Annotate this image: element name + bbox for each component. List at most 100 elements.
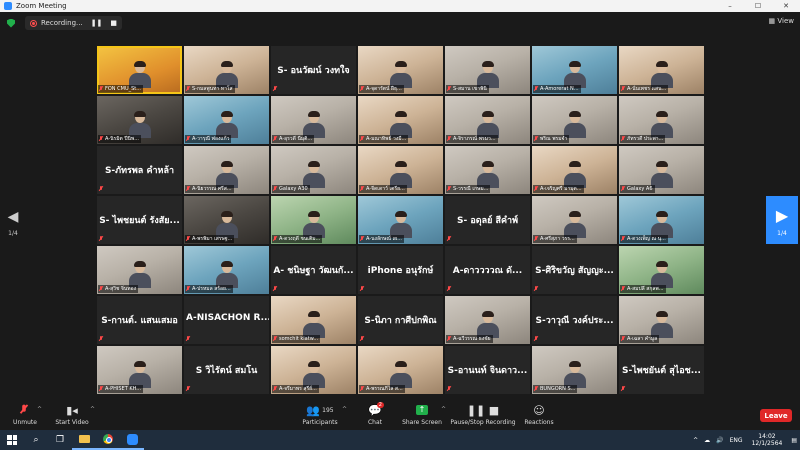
participant-tile[interactable]: A-ปรหมล สร้อย... — [184, 246, 269, 294]
participant-tile[interactable]: A-ดวงเพ็ญ ณ นุ... — [619, 196, 704, 244]
participants-button[interactable]: 👥 195 Participants — [300, 403, 340, 427]
participant-tile[interactable]: S-ไพชยันต์ สุไอช... — [619, 346, 704, 394]
participant-tile[interactable]: S- ไพชยนต์ รังสัย... — [97, 196, 182, 244]
participant-tile[interactable]: iPhone อนุรักษ์ — [358, 246, 443, 294]
participant-tile[interactable]: A-สมปลี สกุลพ... — [619, 246, 704, 294]
tray-overflow-icon[interactable]: ^ — [693, 437, 698, 444]
participant-tile[interactable]: BUNGORN S... — [532, 346, 617, 394]
previous-page-control[interactable]: ◀ 1/4 — [6, 210, 20, 237]
participant-name: A-Amorerat N... — [540, 86, 579, 92]
participant-tile[interactable]: S-นิภา กาศีปกพิณ — [358, 296, 443, 344]
participant-tile[interactable]: somchit kiatw... — [271, 296, 356, 344]
participant-tile[interactable]: A-มณาทิพย์ วงมี... — [358, 96, 443, 144]
muted-mic-icon — [534, 86, 538, 92]
muted-mic-icon — [99, 86, 103, 92]
participant-tile[interactable]: A-นงลักษณ์ เผ... — [358, 196, 443, 244]
participant-tile[interactable]: S-กานต์. แสนเสมอ — [97, 296, 182, 344]
participant-name: S- ไพชยนต์ รังสัย... — [99, 216, 180, 226]
taskbar-clock[interactable]: 14:02 12/1/2564 — [752, 433, 783, 447]
participant-tile[interactable]: A-ศรีสุภา วรร... — [532, 196, 617, 244]
participant-tile[interactable]: A-ฉวีวรรณ ธงชัย — [445, 296, 530, 344]
participant-tile[interactable]: A-NISACHON R... — [184, 296, 269, 344]
participant-tile[interactable]: A- ชนิษฐา วัฒนกั... — [271, 246, 356, 294]
participant-tile[interactable]: A-นิยวรรณ ศรีส... — [184, 146, 269, 194]
chrome-button[interactable] — [96, 430, 120, 450]
participant-tile[interactable]: A-จรีมาพร สุรีย์... — [271, 346, 356, 394]
participants-caret-icon[interactable]: ^ — [342, 406, 347, 413]
network-icon[interactable]: ☁ — [704, 437, 710, 444]
security-shield-icon[interactable] — [7, 18, 15, 28]
participant-tile[interactable]: A-พรรณภิไล ส... — [358, 346, 443, 394]
reactions-label: Reactions — [524, 419, 554, 426]
pause-recording-button[interactable]: ❚❚ — [91, 19, 103, 27]
leave-button[interactable]: Leave — [760, 409, 792, 422]
participant-tile[interactable]: FON CMU_St... — [97, 46, 182, 94]
participant-tile[interactable]: A-ดาววววณ ดั... — [445, 246, 530, 294]
participant-tile[interactable]: S-ภัทรพล คำหล้า — [97, 146, 182, 194]
video-options-caret-icon[interactable]: ^ — [90, 406, 95, 413]
participant-tile[interactable]: A-PHISET KH... — [97, 346, 182, 394]
notifications-icon[interactable]: ▤ — [791, 437, 797, 444]
participant-tile[interactable]: A-เฉลา คำมูล — [619, 296, 704, 344]
participant-tile[interactable]: A-เจริญศรี มามุด... — [532, 146, 617, 194]
close-button[interactable]: ✕ — [772, 0, 800, 12]
muted-mic-icon — [186, 186, 190, 192]
maximize-button[interactable]: ☐ — [744, 0, 772, 12]
muted-mic-icon — [186, 136, 190, 142]
chat-button[interactable]: 💬 2 Chat — [360, 402, 390, 426]
muted-mic-icon — [99, 336, 103, 342]
participant-tile[interactable]: A-จีดเดาว์ เตรีย... — [358, 146, 443, 194]
muted-mic-icon — [99, 236, 103, 242]
share-options-caret-icon[interactable]: ^ — [441, 406, 446, 413]
participant-tile[interactable]: S- อดุลย์ สีคำพ์ — [445, 196, 530, 244]
volume-icon[interactable]: 🔊 — [716, 437, 723, 444]
pause-stop-recording-button[interactable]: ❚❚ ■ Pause/Stop Recording — [448, 403, 518, 427]
share-screen-button[interactable]: ↑ Share Screen — [400, 403, 444, 426]
start-video-button[interactable]: ▮◂ Start Video — [52, 403, 92, 427]
input-language[interactable]: ENG — [730, 437, 743, 444]
participant-name-label: A-สุวิช จิ่นทอง — [98, 285, 139, 293]
participant-tile[interactable]: A-ดวงฤดี ชนเติม... — [271, 196, 356, 244]
participant-tile[interactable]: S-วรรณี เกษม... — [445, 146, 530, 194]
participant-name-label: S-กมลพูนทา ทาโส — [185, 85, 235, 93]
participant-tile[interactable]: A-นิรมิต ปีนิพ... — [97, 96, 182, 144]
unmute-button[interactable]: Unmute — [10, 403, 40, 426]
participant-tile[interactable]: S-วาวุณี วงค์ประ... — [532, 296, 617, 344]
reactions-button[interactable]: ☺ Reactions — [522, 403, 556, 427]
participant-name: Galaxy A6 — [627, 186, 653, 192]
participant-tile[interactable]: A-นั่นเพชร เเสน... — [619, 46, 704, 94]
zoom-taskbar-button[interactable] — [120, 430, 144, 450]
task-view-button[interactable]: ❐ — [48, 430, 72, 450]
participant-tile[interactable]: S-ศิริขวัญ สัญญะ... — [532, 246, 617, 294]
participant-tile[interactable]: A-อุรวดี นีมุติ... — [271, 96, 356, 144]
participant-tile[interactable]: ภัทรวดี ประพา... — [619, 96, 704, 144]
file-explorer-button[interactable] — [72, 430, 96, 450]
task-view-icon: ❐ — [55, 435, 65, 445]
participant-tile[interactable]: S- อนวัฒน์ วงทใจ — [271, 46, 356, 94]
participant-tile[interactable]: A-พรพิมา เสรษฐ... — [184, 196, 269, 244]
participant-tile[interactable]: S วิไรัตน์ สมโน — [184, 346, 269, 394]
participant-name: S- อนวัฒน์ วงทใจ — [277, 66, 350, 76]
participant-name-label: A-มณาทิพย์ วงมี... — [359, 135, 409, 143]
minimize-button[interactable]: – — [716, 0, 744, 12]
participant-tile[interactable]: A-วารุณี พ่องแก้ว — [184, 96, 269, 144]
participant-tile[interactable]: A-Amorerat N... — [532, 46, 617, 94]
participant-tile[interactable]: S-อานนท์ จินดาว... — [445, 346, 530, 394]
participant-name-label: A-จรีมาพร สุรีย์... — [272, 385, 319, 393]
participant-tile[interactable]: A-จิราภรณ์ พรมว... — [445, 96, 530, 144]
participant-tile[interactable]: S-กมลพูนทา ทาโส — [184, 46, 269, 94]
participant-name: พริณ พรมจำ — [540, 136, 568, 142]
participant-tile[interactable]: S-สมาน เขาพินิ — [445, 46, 530, 94]
view-button[interactable]: ▦ View — [769, 17, 794, 25]
participant-tile[interactable]: Galaxy A30 — [271, 146, 356, 194]
search-button[interactable]: ⌕ — [24, 430, 48, 450]
participant-tile[interactable]: พริณ พรมจำ — [532, 96, 617, 144]
stop-recording-button[interactable]: ■ — [110, 19, 117, 27]
participant-tile[interactable]: Galaxy A6 — [619, 146, 704, 194]
next-page-button[interactable]: ▶ 1/4 — [766, 196, 798, 244]
start-button[interactable] — [0, 430, 24, 450]
participant-tile[interactable]: A-จุดารัตน์ ฝีธุ... — [358, 46, 443, 94]
audio-options-caret-icon[interactable]: ^ — [37, 406, 42, 413]
participant-tile[interactable]: A-สุวิช จิ่นทอง — [97, 246, 182, 294]
start-video-label: Start Video — [55, 419, 89, 426]
